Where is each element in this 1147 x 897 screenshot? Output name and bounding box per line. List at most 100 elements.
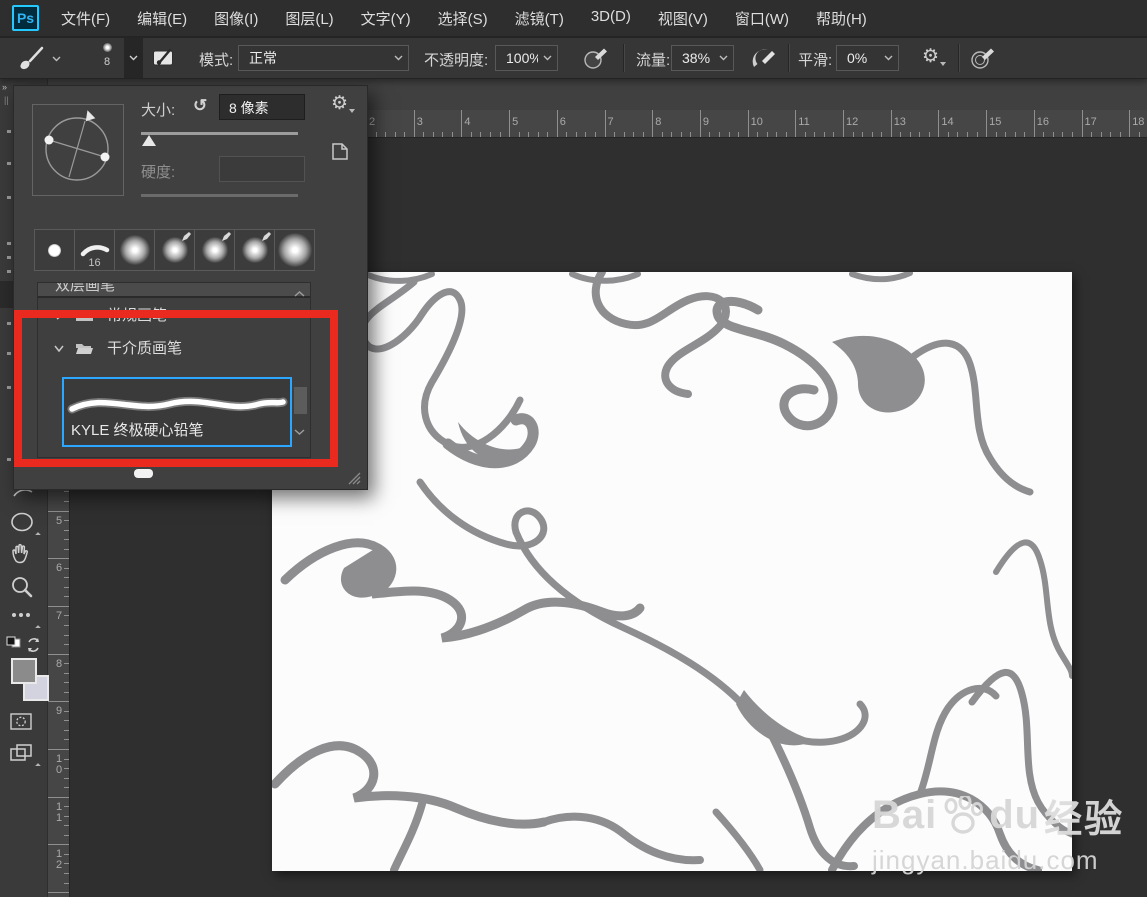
ruler-minor-tick <box>64 491 69 493</box>
size-slider[interactable] <box>141 132 298 135</box>
foreground-color-swatch[interactable] <box>11 658 37 684</box>
ruler-minor-tick <box>528 132 530 137</box>
airbrush-icon[interactable] <box>749 47 779 70</box>
ruler-minor-tick <box>919 132 921 137</box>
watermark-baidu-right: du <box>989 793 1041 837</box>
hardness-slider <box>141 194 298 197</box>
hruler-number: 13 <box>893 116 906 128</box>
annotation-red-rectangle <box>14 310 338 467</box>
ruler-major-tick <box>652 110 654 137</box>
preset-soft-round-5[interactable] <box>275 230 314 270</box>
size-input[interactable]: 8 像素 <box>219 94 305 120</box>
quick-mask-button[interactable] <box>8 708 38 738</box>
mode-select[interactable]: 正常 <box>238 45 400 71</box>
scroll-up-icon[interactable] <box>293 289 306 299</box>
preset-soft-round-1[interactable] <box>115 230 155 270</box>
smoothing-chevron[interactable] <box>879 45 899 71</box>
vruler-number: 10 <box>55 753 63 776</box>
flyout-triangle <box>35 625 41 631</box>
ruler-major-tick <box>47 653 69 655</box>
reset-size-icon[interactable]: ↺ <box>193 96 207 116</box>
ellipse-tool[interactable] <box>8 508 38 538</box>
hruler-number: 18 <box>1132 116 1145 128</box>
ruler-minor-tick <box>64 529 69 531</box>
ruler-minor-tick <box>1110 132 1112 137</box>
tool-icon-fragment <box>7 270 11 273</box>
brush-preset-preview[interactable]: 8 <box>92 41 122 75</box>
panel-gear-icon[interactable]: ⚙ <box>331 94 356 113</box>
opacity-pressure-icon[interactable] <box>583 47 610 70</box>
chevron-down-icon <box>129 55 138 61</box>
menu-item-4[interactable]: 文字(Y) <box>361 8 411 29</box>
menu-item-2[interactable]: 图像(I) <box>214 8 258 29</box>
size-slider-thumb[interactable] <box>142 135 156 146</box>
menu-item-6[interactable]: 滤镜(T) <box>515 8 564 29</box>
ruler-minor-tick <box>64 586 69 588</box>
preset-soft-round-2[interactable] <box>155 230 195 270</box>
brush-settings-panel-toggle[interactable] <box>152 47 177 68</box>
menu-item-9[interactable]: 窗口(W) <box>735 8 789 29</box>
menu-item-8[interactable]: 视图(V) <box>658 8 708 29</box>
new-preset-icon[interactable] <box>329 141 351 163</box>
brush-preset-picker-toggle[interactable] <box>124 38 143 78</box>
brush-angle-control[interactable] <box>32 104 124 196</box>
preset-soft-round-3[interactable] <box>195 230 235 270</box>
ruler-major-tick <box>509 110 511 137</box>
ruler-minor-tick <box>1052 132 1054 137</box>
hruler-number: 4 <box>464 116 471 128</box>
default-swap-colors-icons[interactable] <box>5 636 43 658</box>
smoothing-options-gear-icon[interactable]: ⚙ <box>922 47 947 66</box>
document-canvas[interactable] <box>270 268 1076 874</box>
ruler-minor-tick <box>64 672 69 674</box>
hruler-number: 8 <box>655 116 662 128</box>
ruler-major-tick <box>1129 110 1131 137</box>
flow-chevron[interactable] <box>714 45 734 71</box>
vruler-number: 8 <box>55 657 63 670</box>
pencil-badge-icon <box>222 232 231 241</box>
panel-drag-handle[interactable] <box>134 469 153 478</box>
ruler-minor-tick <box>738 132 740 137</box>
ruler-minor-tick <box>64 815 69 817</box>
mode-select-chevron[interactable] <box>389 45 409 71</box>
hardness-input[interactable] <box>219 156 305 182</box>
menu-item-3[interactable]: 图层(L) <box>285 8 333 29</box>
watermark-baidu-left: Bai <box>872 793 938 837</box>
menu-item-7[interactable]: 3D(D) <box>591 8 631 29</box>
ruler-minor-tick <box>947 132 949 137</box>
menu-item-1[interactable]: 编辑(E) <box>137 8 187 29</box>
hand-tool[interactable] <box>8 540 38 570</box>
brush-strokes <box>270 268 1076 874</box>
size-label: 大小: <box>141 102 176 119</box>
ruler-minor-tick <box>1062 132 1064 137</box>
ruler-minor-tick <box>1138 132 1140 137</box>
ruler-minor-tick <box>64 644 69 646</box>
menu-item-5[interactable]: 选择(S) <box>438 8 488 29</box>
menu-item-10[interactable]: 帮助(H) <box>816 8 867 29</box>
vruler-number: 9 <box>55 705 63 718</box>
ruler-minor-tick <box>594 132 596 137</box>
brush-tool-icon[interactable] <box>16 46 46 70</box>
resize-grip-icon[interactable] <box>345 470 362 485</box>
brush-tool-flyout-chevron[interactable] <box>52 56 61 62</box>
opacity-chevron[interactable] <box>538 45 558 71</box>
zoom-tool[interactable] <box>8 573 38 603</box>
hruler-number: 5 <box>512 116 519 128</box>
ruler-minor-tick <box>423 132 425 137</box>
collapse-panels-icon[interactable]: » <box>2 82 7 92</box>
ruler-major-tick <box>461 110 463 137</box>
preset-hard-round[interactable] <box>35 230 75 270</box>
menu-item-0[interactable]: 文件(F) <box>61 8 110 29</box>
ruler-minor-tick <box>64 739 69 741</box>
preset-soft-round-4[interactable] <box>235 230 275 270</box>
ruler-minor-tick <box>995 132 997 137</box>
screen-mode-button[interactable] <box>8 740 38 770</box>
hardness-label: 硬度: <box>141 164 176 181</box>
size-pressure-icon[interactable] <box>970 47 997 70</box>
ruler-minor-tick <box>64 882 69 884</box>
preset-kyle-pencil[interactable]: 16 <box>75 230 115 270</box>
edit-toolbar-ellipsis[interactable] <box>8 607 38 627</box>
ruler-minor-tick <box>64 768 69 770</box>
brush-list-clipped-item[interactable]: 双层画笔 <box>38 283 310 298</box>
ruler-minor-tick <box>766 132 768 137</box>
divider <box>788 44 790 72</box>
